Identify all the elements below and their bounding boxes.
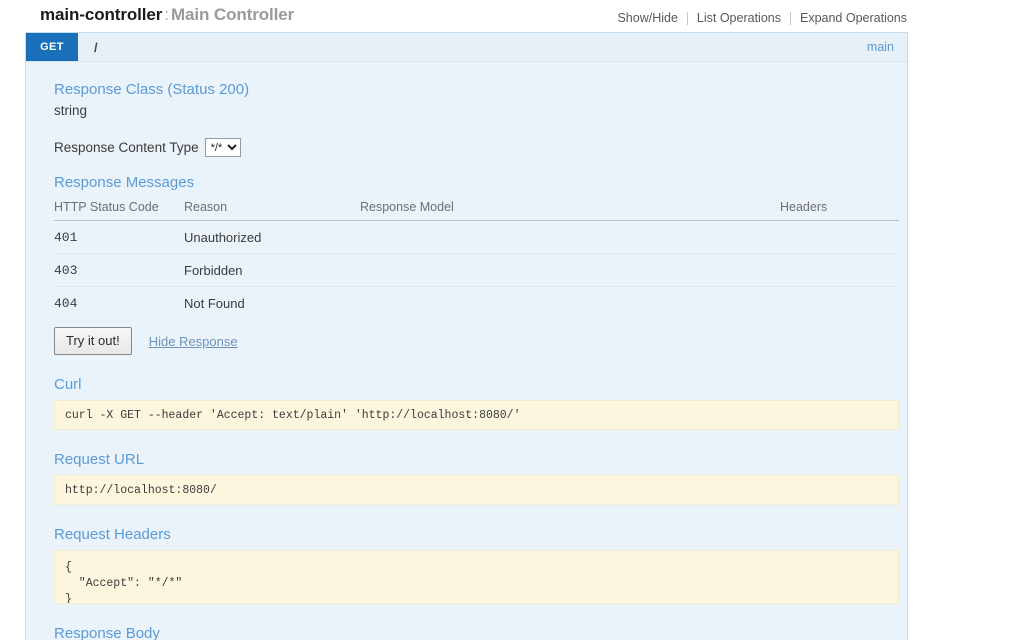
operation-tag-link[interactable]: main	[867, 40, 894, 54]
request-headers-title: Request Headers	[54, 525, 879, 545]
table-header-row: HTTP Status Code Reason Response Model H…	[54, 197, 899, 221]
operation-heading[interactable]: GET / main	[26, 33, 907, 62]
swagger-ui-page: main-controller:Main Controller Show/Hid…	[0, 0, 1024, 640]
headers-cell	[780, 287, 899, 320]
reason-cell: Not Found	[184, 287, 360, 320]
status-code-cell: 404	[54, 287, 184, 320]
request-url-block: http://localhost:8080/	[54, 475, 899, 505]
try-it-out-button[interactable]: Try it out!	[54, 327, 132, 355]
response-class-title: Response Class (Status 200)	[54, 80, 879, 100]
status-code-cell: 401	[54, 221, 184, 254]
column-header-headers: Headers	[780, 197, 899, 221]
column-header-response-model: Response Model	[360, 197, 780, 221]
response-body-title: Response Body	[54, 624, 879, 640]
submit-row: Try it out! Hide Response	[54, 327, 879, 355]
headers-cell	[780, 221, 899, 254]
resource-name: main-controller	[40, 5, 162, 24]
table-row: 404 Not Found	[54, 287, 899, 320]
table-row: 403 Forbidden	[54, 254, 899, 287]
resource-description: Main Controller	[171, 5, 294, 24]
reason-cell: Forbidden	[184, 254, 360, 287]
show-hide-link[interactable]: Show/Hide	[608, 11, 686, 25]
response-model-cell	[360, 254, 780, 287]
resource-header: main-controller:Main Controller Show/Hid…	[0, 0, 1024, 30]
response-class-model: string	[54, 102, 879, 120]
table-row: 401 Unauthorized	[54, 221, 899, 254]
hide-response-link[interactable]: Hide Response	[149, 334, 238, 349]
operation-path: /	[78, 33, 98, 61]
resource-options: Show/Hide List Operations Expand Operati…	[608, 11, 916, 25]
response-messages-table: HTTP Status Code Reason Response Model H…	[54, 197, 899, 319]
http-method-badge: GET	[26, 33, 78, 61]
request-headers-block: { "Accept": "*/*" }	[54, 550, 899, 604]
list-operations-link[interactable]: List Operations	[688, 11, 790, 25]
response-content-type-row: Response Content Type */*	[54, 138, 879, 157]
resource-title: main-controller:Main Controller	[40, 5, 294, 25]
curl-command-block: curl -X GET --header 'Accept: text/plain…	[54, 400, 899, 430]
status-code-cell: 403	[54, 254, 184, 287]
resource-title-separator: :	[162, 5, 171, 24]
column-header-reason: Reason	[184, 197, 360, 221]
response-model-cell	[360, 287, 780, 320]
curl-title: Curl	[54, 375, 879, 395]
operation-panel: GET / main Response Class (Status 200) s…	[25, 32, 908, 640]
response-messages-title: Response Messages	[54, 173, 879, 193]
column-header-status-code: HTTP Status Code	[54, 197, 184, 221]
operation-content: Response Class (Status 200) string Respo…	[26, 62, 907, 640]
operation-tag-wrap: main	[867, 33, 907, 61]
request-url-title: Request URL	[54, 450, 879, 470]
headers-cell	[780, 254, 899, 287]
response-content-type-label: Response Content Type	[54, 140, 199, 155]
expand-operations-link[interactable]: Expand Operations	[791, 11, 916, 25]
response-model-cell	[360, 221, 780, 254]
response-content-type-select[interactable]: */*	[205, 138, 241, 157]
reason-cell: Unauthorized	[184, 221, 360, 254]
